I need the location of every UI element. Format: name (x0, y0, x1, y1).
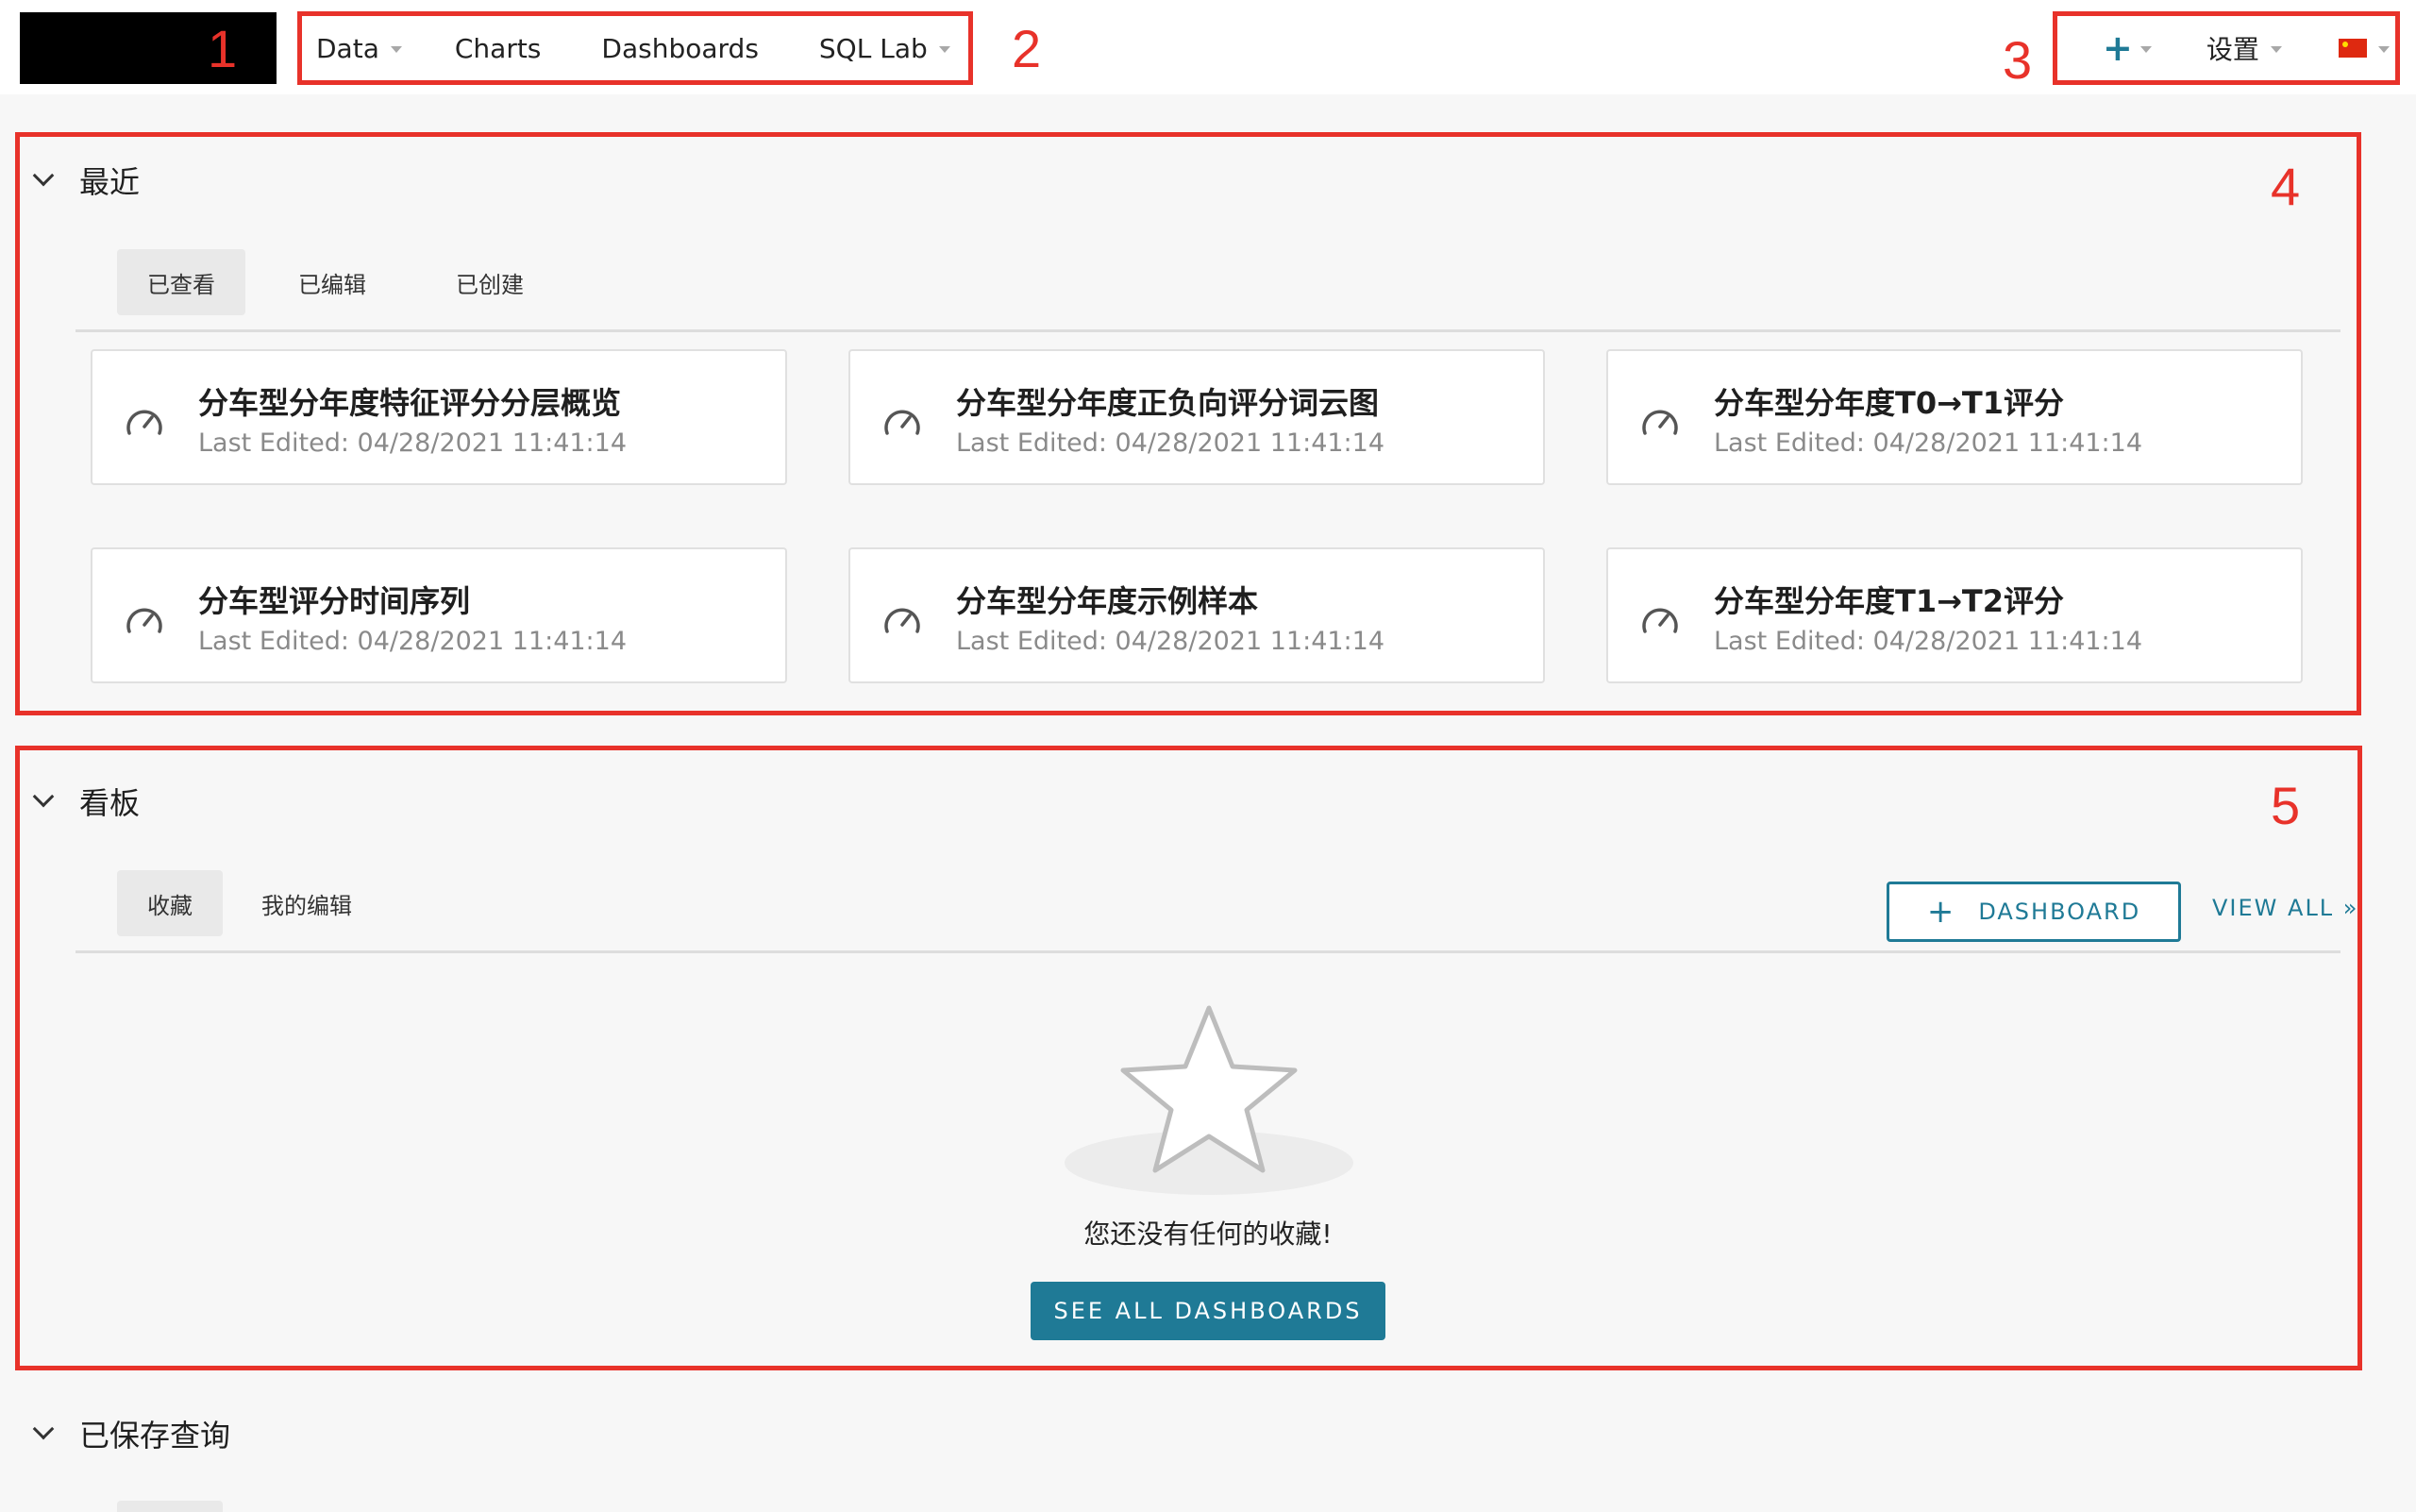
saved-queries-section-header[interactable]: 已保存查询 (32, 1412, 231, 1455)
dashboards-section-header[interactable]: 看板 (32, 780, 141, 823)
annotation-1: 1 (208, 19, 238, 78)
card-title: 分车型分年度特征评分分层概览 (198, 385, 622, 421)
tab-created[interactable]: 已创建 (419, 249, 561, 315)
dashboard-gauge-icon (1642, 608, 1678, 633)
dashboards-tabs: 收藏 我的编辑 (117, 870, 374, 936)
plus-icon: + (1926, 893, 1956, 931)
recent-card[interactable]: 分车型评分时间序列 Last Edited: 04/28/2021 11:41:… (91, 547, 787, 683)
card-title: 分车型分年度正负向评分词云图 (956, 385, 1380, 421)
dashboard-gauge-icon (126, 608, 162, 633)
dashboards-section-title: 看板 (79, 785, 141, 821)
annotation-3: 3 (2003, 30, 2033, 90)
tabs-divider (76, 950, 2340, 953)
card-title: 分车型分年度示例样本 (956, 583, 1259, 619)
see-all-dashboards-button[interactable]: SEE ALL DASHBOARDS (1031, 1282, 1385, 1340)
card-title: 分车型分年度T0→T1评分 (1714, 385, 2065, 421)
chevron-down-icon[interactable] (32, 164, 55, 187)
card-last-edited: Last Edited: 04/28/2021 11:41:14 (956, 627, 1385, 656)
annotation-box-3 (2053, 11, 2400, 85)
tabs-divider (76, 329, 2340, 332)
recent-section-header[interactable]: 最近 (32, 159, 141, 202)
logo-redacted[interactable] (20, 12, 277, 84)
annotation-box-2 (297, 11, 973, 85)
add-dashboard-button[interactable]: + DASHBOARD (1887, 882, 2181, 942)
card-last-edited: Last Edited: 04/28/2021 11:41:14 (198, 627, 628, 656)
add-dashboard-label: DASHBOARD (1978, 899, 2141, 925)
card-title: 分车型分年度T1→T2评分 (1714, 583, 2065, 619)
saved-queries-tab-partial[interactable] (117, 1501, 223, 1512)
saved-queries-section-title: 已保存查询 (79, 1418, 231, 1453)
recent-section-title: 最近 (79, 164, 141, 200)
recent-card[interactable]: 分车型分年度T0→T1评分 Last Edited: 04/28/2021 11… (1606, 349, 2303, 485)
chevron-down-icon[interactable] (32, 1418, 55, 1440)
recent-card[interactable]: 分车型分年度正负向评分词云图 Last Edited: 04/28/2021 1… (848, 349, 1545, 485)
annotation-2: 2 (1012, 19, 1042, 78)
tab-mine[interactable]: 我的编辑 (240, 870, 374, 936)
chevron-down-icon[interactable] (32, 785, 55, 808)
dashboard-gauge-icon (1642, 410, 1678, 435)
view-all-link[interactable]: VIEW ALL » (2212, 895, 2359, 921)
empty-state-text: 您还没有任何的收藏! (1083, 1218, 1333, 1250)
tab-viewed[interactable]: 已查看 (117, 249, 245, 315)
recent-card[interactable]: 分车型分年度T1→T2评分 Last Edited: 04/28/2021 11… (1606, 547, 2303, 683)
top-navbar: 1 Data Charts Dashboards SQL Lab 2 3 + 设… (0, 0, 2416, 94)
dashboard-gauge-icon (884, 410, 920, 435)
annotation-5: 5 (2271, 776, 2301, 835)
card-title: 分车型评分时间序列 (198, 583, 471, 619)
recent-tabs: 已查看 已编辑 已创建 (117, 249, 561, 315)
empty-star-icon (1065, 1005, 1353, 1195)
tab-edited[interactable]: 已编辑 (262, 249, 402, 315)
recent-card[interactable]: 分车型分年度示例样本 Last Edited: 04/28/2021 11:41… (848, 547, 1545, 683)
tab-favorites[interactable]: 收藏 (117, 870, 223, 936)
dashboard-gauge-icon (884, 608, 920, 633)
card-last-edited: Last Edited: 04/28/2021 11:41:14 (1714, 627, 2143, 656)
recent-card[interactable]: 分车型分年度特征评分分层概览 Last Edited: 04/28/2021 1… (91, 349, 787, 485)
card-last-edited: Last Edited: 04/28/2021 11:41:14 (956, 428, 1385, 458)
card-last-edited: Last Edited: 04/28/2021 11:41:14 (1714, 428, 2143, 458)
dashboard-gauge-icon (126, 410, 162, 435)
card-last-edited: Last Edited: 04/28/2021 11:41:14 (198, 428, 628, 458)
annotation-4: 4 (2271, 157, 2301, 216)
